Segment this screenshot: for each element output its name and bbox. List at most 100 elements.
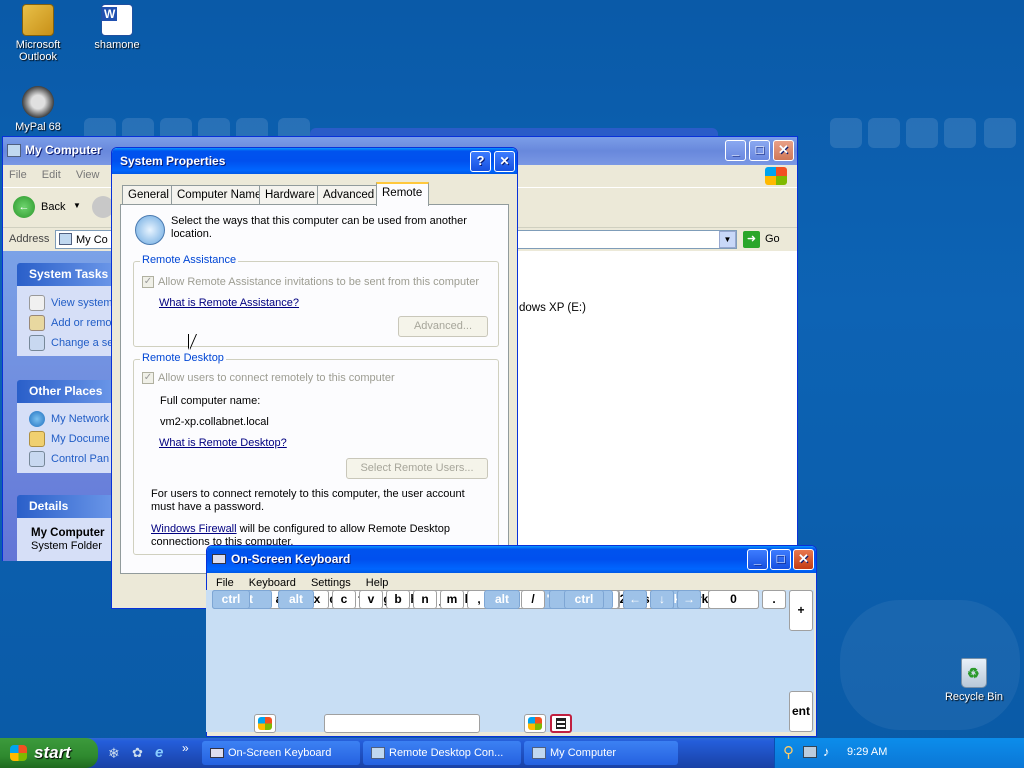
key-bottom-7[interactable]: 0 — [708, 590, 759, 609]
sound-icon[interactable]: ♪ — [823, 744, 830, 759]
remote-desktop-legend: Remote Desktop — [140, 352, 226, 364]
address-dropdown-icon[interactable]: ▼ — [719, 231, 736, 248]
word-document-icon: W — [101, 4, 133, 36]
other-places-body: My Network My Docume Control Pan — [17, 403, 113, 473]
remote-assistance-checkbox-row[interactable]: ✓ Allow Remote Assistance invitations to … — [142, 276, 479, 289]
back-button[interactable]: Back — [41, 201, 65, 213]
key-bottom-8[interactable]: . — [762, 590, 786, 609]
system-tasks-header[interactable]: System Tasks — [17, 263, 113, 286]
desktop-icon-outlook[interactable]: Microsoft Outlook — [0, 4, 78, 63]
menu-file[interactable]: File — [3, 165, 33, 185]
key-shift-7[interactable]: m — [440, 590, 464, 609]
key-bottom-4[interactable]: ← — [623, 590, 647, 609]
menu-view[interactable]: View — [70, 165, 106, 185]
quick-launch-overflow[interactable]: » — [182, 741, 189, 755]
taskbar-button-label: On-Screen Keyboard — [228, 747, 332, 759]
control-panel-link[interactable]: Control Pan — [29, 451, 109, 467]
system-properties-titlebar[interactable]: System Properties ? ✕ — [112, 148, 517, 174]
change-setting-link[interactable]: Change a se — [29, 335, 113, 351]
key-shift-10[interactable]: / — [521, 590, 545, 609]
tab-general[interactable]: General — [122, 185, 175, 205]
chevron-down-icon[interactable]: ▼ — [73, 201, 81, 210]
key-spacebar[interactable] — [324, 714, 480, 733]
minimize-button[interactable]: _ — [725, 140, 746, 161]
windows-logo-icon — [765, 167, 787, 185]
remote-assistance-help-link[interactable]: What is Remote Assistance? — [159, 297, 299, 309]
remote-assistance-checkbox[interactable]: ✓ — [142, 276, 154, 289]
taskbar-button-remote-desktop[interactable]: Remote Desktop Con... — [363, 741, 521, 765]
select-remote-users-button[interactable]: Select Remote Users... — [346, 458, 488, 479]
tab-advanced[interactable]: Advanced — [317, 185, 381, 205]
details-title: Details — [29, 499, 69, 513]
key-bottom-5[interactable]: ↓ — [650, 590, 674, 609]
minimize-button[interactable]: _ — [747, 549, 768, 570]
advanced-button[interactable]: Advanced... — [398, 316, 488, 337]
search-icon[interactable]: ⚲ — [783, 743, 794, 761]
tab-remote[interactable]: Remote — [376, 182, 429, 206]
mouse-cursor — [189, 334, 196, 350]
key-top-20[interactable]: + — [789, 590, 813, 631]
taskbar-button-my-computer[interactable]: My Computer — [524, 741, 678, 765]
address-label: Address — [9, 233, 50, 245]
tab-computer-name[interactable]: Computer Name — [171, 185, 268, 205]
other-places-header[interactable]: Other Places — [17, 380, 113, 403]
key-shift-6[interactable]: n — [413, 590, 437, 609]
maximize-button[interactable]: □ — [749, 140, 770, 161]
quick-launch-snowflake-icon[interactable]: ❄ — [108, 745, 120, 762]
key-shift-3[interactable]: c — [332, 590, 356, 609]
desktop-icon-recycle-bin[interactable]: ♻ Recycle Bin — [934, 658, 1014, 703]
go-button[interactable]: Go — [765, 233, 780, 245]
key-shift-5[interactable]: b — [386, 590, 410, 609]
place-label: My Network — [51, 412, 110, 425]
key-windows-right[interactable] — [524, 714, 546, 733]
close-button[interactable]: ✕ — [793, 549, 814, 570]
quick-launch-paw-icon[interactable]: ✿ — [132, 745, 143, 761]
my-documents-link[interactable]: My Docume — [29, 431, 110, 447]
start-button[interactable]: start — [0, 738, 98, 768]
desktop-icon-mypal[interactable]: MyPal 68 — [0, 86, 78, 133]
osk-titlebar[interactable]: On-Screen Keyboard _ □ ✕ — [207, 546, 816, 573]
key-bottom-1[interactable]: alt — [278, 590, 314, 609]
system-tasks-body: View system Add or remo Change a se — [17, 286, 113, 356]
network-icon[interactable] — [803, 746, 817, 758]
key-bottom-6[interactable]: → — [677, 590, 701, 609]
go-arrow-icon[interactable]: ➜ — [743, 231, 760, 248]
close-button[interactable]: ✕ — [494, 151, 515, 172]
my-network-link[interactable]: My Network — [29, 411, 109, 427]
key-bottom-2[interactable]: alt — [484, 590, 520, 609]
maximize-button[interactable]: □ — [770, 549, 791, 570]
taskbar: start ❄ ✿ e » On-Screen Keyboard Remote … — [0, 738, 1024, 768]
remote-desktop-help-link[interactable]: What is Remote Desktop? — [159, 437, 287, 449]
remote-desktop-checkbox[interactable]: ✓ — [142, 372, 154, 385]
drive-item[interactable]: dows XP (E:) — [519, 302, 586, 314]
key-bottom-3[interactable]: ctrl — [564, 590, 604, 609]
taskbar-button-label: My Computer — [550, 747, 617, 759]
key-application-menu[interactable] — [550, 714, 572, 733]
key-bottom-0[interactable]: ctrl — [212, 590, 250, 609]
windows-firewall-link[interactable]: Windows Firewall — [151, 523, 237, 535]
desktop-icon-label: MyPal 68 — [15, 121, 61, 133]
key-bottom-9[interactable]: ent — [789, 691, 813, 732]
back-arrow-icon[interactable]: ← — [13, 196, 35, 218]
remote-desktop-checkbox-row[interactable]: ✓ Allow users to connect remotely to this… — [142, 372, 395, 385]
remote-assistance-legend: Remote Assistance — [140, 254, 239, 266]
address-value: My Co — [76, 234, 108, 246]
taskbar-button-osk[interactable]: On-Screen Keyboard — [202, 741, 360, 765]
remote-desktop-group: Remote Desktop ✓ Allow users to connect r… — [133, 352, 499, 555]
key-windows-left[interactable] — [254, 714, 276, 733]
tab-hardware[interactable]: Hardware — [259, 185, 321, 205]
view-system-link[interactable]: View system — [29, 295, 113, 311]
quick-launch-ie-icon[interactable]: e — [155, 744, 163, 761]
system-properties-dialog[interactable]: System Properties ? ✕ General Computer N… — [111, 147, 518, 609]
my-computer-icon — [532, 747, 546, 759]
key-shift-4[interactable]: v — [359, 590, 383, 609]
desktop-icon-shamone[interactable]: W shamone — [77, 4, 157, 51]
help-button[interactable]: ? — [470, 151, 491, 172]
close-button[interactable]: ✕ — [773, 140, 794, 161]
add-remove-link[interactable]: Add or remo — [29, 315, 112, 331]
intro-text: Select the ways that this computer can b… — [171, 215, 467, 240]
details-header[interactable]: Details — [17, 495, 113, 518]
clock[interactable]: 9:29 AM — [847, 746, 887, 758]
full-name-label: Full computer name: — [160, 395, 261, 407]
menu-edit[interactable]: Edit — [36, 165, 67, 185]
